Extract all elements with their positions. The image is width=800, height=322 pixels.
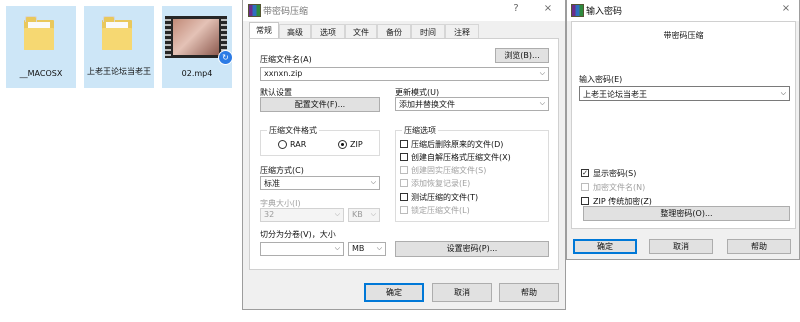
encrypt-filenames-checkbox[interactable] [581, 183, 589, 191]
update-mode-value: 添加并替换文件 [399, 100, 455, 109]
zip-legacy-encryption-checkbox[interactable] [581, 197, 589, 205]
test-files-checkbox[interactable] [400, 193, 408, 201]
split-size-input[interactable]: ⌵ [260, 242, 344, 256]
close-icon[interactable]: × [537, 1, 559, 17]
tab-options[interactable]: 选项 [311, 24, 345, 39]
chevron-down-icon[interactable]: ⌵ [781, 89, 786, 98]
video-thumbnail-icon [165, 16, 227, 58]
format-rar-label: RAR [290, 140, 307, 149]
password-input[interactable]: 上老王论坛当老王 ⌵ [579, 86, 790, 101]
dict-unit-value: KB [352, 210, 363, 219]
chevron-down-icon: ⌵ [334, 210, 340, 218]
tab-time[interactable]: 时间 [411, 24, 445, 39]
help-title-button[interactable]: ? [505, 1, 527, 17]
chevron-down-icon: ⌵ [370, 178, 376, 186]
folder-icon [24, 16, 54, 50]
chevron-down-icon: ⌵ [539, 99, 545, 107]
lock-archive-label: 锁定压缩文件(L) [411, 206, 470, 215]
archive-tab-bar: 常规 高级 选项 文件 备份 时间 注释 [243, 21, 565, 39]
cancel-button[interactable]: 取消 [432, 283, 492, 302]
password-dialog-titlebar[interactable]: 输入密码 × [567, 0, 799, 21]
tab-files[interactable]: 文件 [345, 24, 377, 39]
chevron-down-icon: ⌵ [376, 244, 382, 252]
split-unit-select[interactable]: MB ⌵ [348, 242, 386, 256]
password-dialog-title: 输入密码 [586, 7, 623, 17]
archive-name-label: 压缩文件名(A) [260, 55, 312, 64]
show-password-checkbox[interactable]: ✓ [581, 169, 589, 177]
chevron-down-icon: ⌵ [334, 244, 340, 252]
organize-passwords-button[interactable]: 整理密码(O)... [583, 206, 790, 221]
file-name-label: 02.mp4 [181, 69, 213, 78]
help-button[interactable]: 帮助 [499, 283, 559, 302]
format-zip-radio[interactable] [338, 140, 347, 149]
tab-comment[interactable]: 注释 [445, 24, 479, 39]
recovery-record-checkbox[interactable] [400, 179, 408, 187]
winrar-app-icon [248, 4, 261, 17]
dict-unit-select[interactable]: KB ⌵ [348, 208, 380, 222]
archive-dialog-title: 带密码压缩 [263, 7, 309, 17]
lock-archive-checkbox[interactable] [400, 206, 408, 214]
format-rar-radio[interactable] [278, 140, 287, 149]
desktop-folder-laowang[interactable]: 上老王论坛当老王 [84, 6, 154, 88]
desktop-file-macosx[interactable]: __MACOSX [6, 6, 76, 88]
password-help-button[interactable]: 帮助 [727, 239, 791, 254]
archive-dialog-titlebar[interactable]: 带密码压缩 ? × [243, 0, 565, 21]
enter-password-label: 输入密码(E) [579, 75, 623, 84]
file-name-label: __MACOSX [19, 69, 63, 78]
tab-general[interactable]: 常规 [249, 22, 279, 39]
tab-backup[interactable]: 备份 [377, 24, 411, 39]
profiles-button[interactable]: 配置文件(F)... [260, 97, 380, 112]
show-password-label: 显示密码(S) [593, 169, 637, 178]
sfx-label: 创建自解压格式压缩文件(X) [411, 153, 511, 162]
format-zip-label: ZIP [350, 140, 363, 149]
method-value: 标准 [264, 179, 280, 188]
recovery-record-label: 添加恢复记录(E) [411, 179, 471, 188]
split-unit-value: MB [352, 244, 365, 253]
encrypt-filenames-label: 加密文件名(N) [593, 183, 646, 192]
options-group-title: 压缩选项 [402, 125, 438, 136]
split-label: 切分为分卷(V)，大小 [260, 230, 336, 239]
close-icon[interactable]: × [775, 1, 797, 17]
solid-label: 创建固实压缩文件(S) [411, 166, 487, 175]
ok-button[interactable]: 确定 [364, 283, 424, 302]
password-panel: 带密码压缩 输入密码(E) 上老王论坛当老王 ⌵ ✓ 显示密码(S) 加密文件名… [571, 21, 796, 229]
dict-size-value: 32 [264, 210, 275, 219]
tab-advanced[interactable]: 高级 [279, 24, 311, 39]
method-label: 压缩方式(C) [260, 166, 304, 175]
file-name-label: 上老王论坛当老王 [87, 67, 151, 76]
delete-after-checkbox[interactable] [400, 140, 408, 148]
solid-checkbox[interactable] [400, 166, 408, 174]
password-dialog: 输入密码 × 带密码压缩 输入密码(E) 上老王论坛当老王 ⌵ ✓ 显示密码(S… [566, 0, 800, 260]
test-files-label: 测试压缩的文件(T) [411, 193, 479, 202]
archive-dialog: 带密码压缩 ? × 常规 高级 选项 文件 备份 时间 注释 压缩文件名(A) … [242, 0, 566, 310]
method-select[interactable]: 标准 ⌵ [260, 176, 380, 190]
password-cancel-button[interactable]: 取消 [649, 239, 713, 254]
password-value: 上老王论坛当老王 [583, 90, 647, 99]
update-mode-select[interactable]: 添加并替换文件 ⌵ [395, 97, 549, 111]
archive-name-input[interactable]: xxnxn.zip ⌵ [260, 67, 549, 81]
password-ok-button[interactable]: 确定 [573, 239, 637, 254]
sfx-checkbox[interactable] [400, 153, 408, 161]
delete-after-label: 压缩后删除原来的文件(D) [411, 140, 504, 149]
dict-size-select[interactable]: 32 ⌵ [260, 208, 344, 222]
general-tab-panel: 压缩文件名(A) 浏览(B)... xxnxn.zip ⌵ 默认设置 配置文件(… [249, 38, 559, 270]
sync-badge-icon: ↻ [218, 50, 233, 65]
browse-button[interactable]: 浏览(B)... [495, 48, 549, 63]
set-password-button[interactable]: 设置密码(P)... [395, 241, 549, 257]
desktop-file-mp4[interactable]: ↻ 02.mp4 [162, 6, 233, 88]
password-dialog-subtitle: 带密码压缩 [663, 31, 704, 40]
chevron-down-icon: ⌵ [370, 210, 376, 218]
chevron-down-icon[interactable]: ⌵ [540, 69, 545, 78]
archive-name-value: xxnxn.zip [264, 69, 303, 78]
winrar-app-icon [571, 4, 584, 17]
folder-icon [102, 16, 132, 50]
format-group-title: 压缩文件格式 [267, 125, 319, 136]
